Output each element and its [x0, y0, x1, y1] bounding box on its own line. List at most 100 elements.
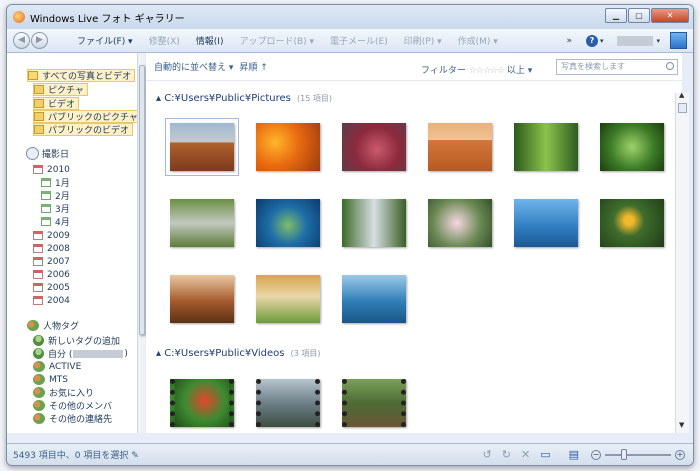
info-menu[interactable]: 情報(I): [196, 34, 224, 47]
photo-thumbnail[interactable]: [256, 275, 320, 323]
slideshow-icon[interactable]: ▭: [540, 448, 550, 461]
zoom-out-button[interactable]: −: [591, 449, 601, 460]
photos-folder-icon: [28, 71, 38, 80]
tree-pictures[interactable]: ピクチャ: [33, 83, 88, 96]
create-menu[interactable]: 作成(M) ▾: [458, 34, 498, 47]
video-thumbnail[interactable]: [256, 379, 320, 427]
windows-live-icon[interactable]: [670, 32, 687, 49]
photo-thumbnail[interactable]: [342, 199, 406, 247]
thumbnail-scrollbar[interactable]: ▲ ▼: [675, 91, 689, 433]
zoom-slider-knob[interactable]: [621, 448, 627, 460]
search-icon[interactable]: [666, 62, 674, 70]
tree-month[interactable]: 3月: [41, 202, 70, 215]
tree-year[interactable]: 2006: [33, 268, 70, 281]
tree-month[interactable]: 2月: [41, 189, 70, 202]
tree-label: ACTIVE: [49, 361, 82, 372]
minimize-button[interactable]: ▁: [605, 8, 627, 23]
tree-tag[interactable]: ACTIVE: [33, 360, 81, 373]
fix-menu[interactable]: 修整(X): [149, 34, 180, 47]
maximize-button[interactable]: ▢: [628, 8, 650, 23]
photo-thumbnail[interactable]: [165, 118, 239, 176]
group-header-pictures[interactable]: ▴ C:¥Users¥Public¥Pictures (15 項目): [156, 93, 332, 104]
tree-videos[interactable]: ビデオ: [33, 97, 80, 110]
photo-thumbnail[interactable]: [256, 199, 320, 247]
tree-people-tags[interactable]: 人物タグ: [27, 319, 79, 332]
tree-label: 2004: [47, 295, 70, 306]
tree-month[interactable]: 4月: [41, 215, 70, 228]
delete-icon[interactable]: ✕: [521, 448, 530, 461]
people-icon: [27, 320, 39, 331]
photo-thumbnail[interactable]: [514, 123, 578, 171]
folder-icon: [34, 99, 44, 108]
rating-filter[interactable]: フィルター ☆☆☆☆☆ 以上 ▾: [421, 63, 532, 76]
upload-menu[interactable]: アップロード(B) ▾: [239, 34, 314, 47]
print-menu[interactable]: 印刷(P) ▾: [404, 34, 442, 47]
tree-date-taken[interactable]: 撮影日: [26, 147, 69, 160]
photo-thumbnail[interactable]: [170, 199, 234, 247]
navigation-scrollbar[interactable]: [137, 53, 145, 433]
tree-year[interactable]: 2009: [33, 229, 70, 242]
email-menu[interactable]: 電子メール(E): [330, 34, 388, 47]
tree-me[interactable]: 自分 ( ): [33, 347, 128, 360]
tree-tag[interactable]: お気に入り: [33, 386, 94, 399]
tree-add-tag[interactable]: 新しいタグの追加: [33, 334, 120, 347]
close-button[interactable]: ✕: [651, 8, 689, 23]
photo-thumbnail[interactable]: [170, 275, 234, 323]
tree-tag[interactable]: その他のメンバ: [33, 399, 112, 412]
view-details-icon[interactable]: ▤: [569, 448, 579, 461]
scroll-up-icon[interactable]: ▲: [679, 91, 684, 99]
tree-year[interactable]: 2007: [33, 255, 70, 268]
clock-icon: [26, 147, 39, 160]
title-bar: Windows Live フォト ギャラリー ▁ ▢ ✕: [7, 5, 693, 29]
tree-all-photos[interactable]: すべての写真とビデオ: [27, 69, 136, 82]
tree-public-videos[interactable]: パブリックのビデオ: [33, 123, 134, 136]
folder-icon: [34, 112, 44, 121]
scroll-down-icon[interactable]: ▼: [679, 421, 684, 429]
photo-thumbnail[interactable]: [600, 123, 664, 171]
photo-thumbnail[interactable]: [428, 199, 492, 247]
sort-order-toggle[interactable]: 昇順 ↑: [239, 60, 267, 73]
tree-tag[interactable]: MTS: [33, 373, 68, 386]
thumbnail-view: 自動的に並べ替え ▾ 昇順 ↑ フィルター ☆☆☆☆☆ 以上 ▾ 写真を検索しま…: [146, 53, 682, 433]
filter-suffix[interactable]: 以上 ▾: [507, 66, 532, 76]
video-thumbnail[interactable]: [170, 379, 234, 427]
more-button[interactable]: »: [566, 36, 572, 46]
redacted-name: [73, 349, 124, 358]
help-icon[interactable]: ?: [585, 34, 598, 47]
photo-thumbnail[interactable]: [428, 123, 492, 171]
rotate-left-icon[interactable]: ↺: [483, 448, 492, 461]
calendar-icon: [33, 231, 43, 240]
photo-thumbnail[interactable]: [514, 199, 578, 247]
tree-public-pictures[interactable]: パブリックのピクチャ: [33, 110, 142, 123]
photo-thumbnail[interactable]: [600, 199, 664, 247]
photo-gallery-window: Windows Live フォト ギャラリー ▁ ▢ ✕ ◀ ▶ ファイル(F)…: [6, 4, 694, 466]
star-rating-icon[interactable]: ☆☆☆☆☆: [469, 66, 505, 76]
back-button[interactable]: ◀: [13, 32, 30, 49]
group-header-videos[interactable]: ▴ C:¥Users¥Public¥Videos (3 項目): [156, 348, 321, 359]
tree-year[interactable]: 2008: [33, 242, 70, 255]
tree-year[interactable]: 2004: [33, 294, 70, 307]
video-thumbnail[interactable]: [342, 379, 406, 427]
zoom-in-button[interactable]: +: [675, 449, 685, 460]
photo-thumbnail[interactable]: [342, 275, 406, 323]
help-dropdown-icon[interactable]: ▾: [600, 37, 604, 45]
tree-year[interactable]: 2005: [33, 281, 70, 294]
scrollbar-thumb[interactable]: [678, 103, 687, 113]
forward-button[interactable]: ▶: [31, 32, 48, 49]
rotate-right-icon[interactable]: ↻: [502, 448, 511, 461]
photo-thumbnail[interactable]: [256, 123, 320, 171]
folder-icon: [34, 85, 44, 94]
sort-dropdown[interactable]: 自動的に並べ替え ▾: [154, 60, 233, 73]
file-menu[interactable]: ファイル(F) ▾: [77, 34, 133, 47]
photo-thumbnail[interactable]: [342, 123, 406, 171]
scrollbar-thumb[interactable]: [139, 65, 145, 335]
tree-label: 2006: [47, 269, 70, 280]
tree-year[interactable]: 2010: [33, 163, 70, 176]
account-name[interactable]: [617, 35, 654, 46]
zoom-slider[interactable]: [605, 448, 671, 460]
account-dropdown-icon[interactable]: ▾: [656, 37, 660, 45]
tree-tag[interactable]: その他の連絡先: [33, 412, 112, 425]
tree-label: 新しいタグの追加: [48, 337, 121, 347]
search-input[interactable]: 写真を検索します: [556, 59, 678, 75]
tree-month[interactable]: 1月: [41, 176, 70, 189]
